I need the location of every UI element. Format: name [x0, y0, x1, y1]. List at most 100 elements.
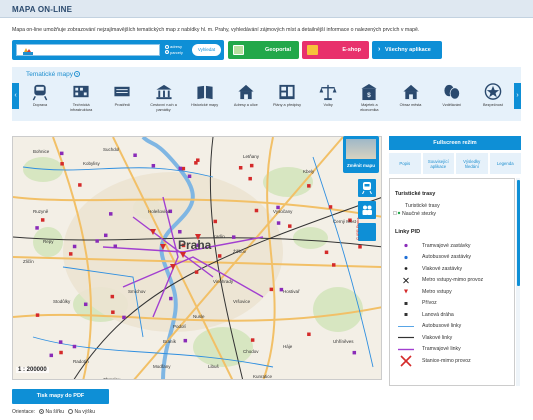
transport-layer-button[interactable]: [358, 179, 376, 197]
thematic-category[interactable]: Prostředí: [105, 81, 139, 119]
map-place-label: Smíchov: [128, 289, 146, 294]
thematic-category[interactable]: Cestovní ruch a památky: [147, 81, 181, 119]
tab-legend[interactable]: Legenda: [489, 153, 521, 174]
thematic-category-label: Doprava: [32, 103, 48, 107]
legend-row: Tramvajové linky: [395, 345, 513, 354]
tab-search-results[interactable]: Výsledky hledání: [456, 153, 488, 174]
people-layer-button[interactable]: [358, 201, 376, 219]
monument-icon: [155, 84, 172, 100]
thematic-category-label: Majetek a ekonomika: [360, 103, 379, 112]
map-stop-marker: [59, 151, 64, 156]
map-place-label: Modřany: [153, 364, 171, 369]
map-stop-marker: [35, 313, 40, 317]
legend-item-label: Tramvajové linky: [422, 346, 461, 352]
map-place-label: Nusle: [193, 314, 205, 319]
thematic-category[interactable]: Plány a předpisy: [270, 81, 304, 119]
legend-row: Přívoz: [395, 299, 513, 308]
map-stop-marker: [352, 350, 357, 355]
map-stop-marker: [169, 296, 173, 301]
layer-button[interactable]: [358, 223, 376, 241]
thematic-category[interactable]: Bezpečnost: [476, 81, 510, 119]
map-canvas[interactable]: Praha Bohnice Kobylisy Holešovice Karlín Smíc…: [12, 136, 382, 380]
map-stop-marker: [104, 233, 108, 238]
legend-item-label: Metro vstupy: [422, 288, 452, 295]
legend-row: Vlakové linky: [395, 333, 513, 342]
map-place-label: Vysočany: [273, 209, 293, 214]
map-place-label: Zbraslav: [103, 377, 121, 380]
search-input[interactable]: [16, 44, 160, 56]
orientation-landscape-radio[interactable]: [39, 409, 45, 415]
checkbox-icon[interactable]: [393, 211, 401, 219]
thematic-category-label: Bezpečnost: [482, 103, 503, 107]
legend-scrollbar[interactable]: [516, 178, 520, 386]
map-stop-marker: [328, 205, 333, 209]
train-icon: [32, 84, 48, 101]
thematic-category[interactable]: Technická infrastruktura: [64, 81, 98, 119]
tab-related-apps[interactable]: Související aplikace: [422, 153, 454, 174]
map-stop-marker: [122, 315, 126, 320]
building-icon: $: [361, 83, 377, 101]
thematic-category[interactable]: Adresy a ulice: [229, 81, 263, 119]
all-apps-button[interactable]: › Všechny aplikace: [372, 41, 442, 59]
thematic-category[interactable]: Vzdělávání: [435, 81, 469, 119]
intro-text: Mapa on-line umožňuje zobrazování nejzaj…: [12, 27, 420, 33]
search-mode-group: adresy parcely: [165, 44, 183, 55]
map-stop-marker: [113, 244, 118, 249]
map-place-label: Radotín: [73, 359, 89, 364]
thematic-category[interactable]: $ Majetek a ekonomika: [352, 81, 386, 119]
orientation-portrait-label[interactable]: Na výšku: [74, 409, 95, 415]
legend-row: Metro vstupy-mimo provoz: [395, 276, 513, 285]
map-icon: [233, 45, 244, 55]
fullscreen-button[interactable]: Fullscreen režim: [389, 136, 521, 150]
map-stop-marker: [111, 310, 115, 314]
search-button[interactable]: Vyhledat: [192, 44, 221, 56]
legend-item-label: Metro vstupy-mimo provoz: [422, 277, 484, 283]
map-stop-marker: [133, 153, 137, 157]
carousel-next-button[interactable]: ›: [514, 83, 521, 109]
map-stop-marker: [95, 239, 99, 243]
search-mode-parcel[interactable]: parcely: [165, 50, 183, 56]
map-stop-marker: [324, 250, 329, 255]
legend-symbol-icon: [398, 348, 414, 350]
thematic-category[interactable]: Volby: [311, 81, 345, 119]
map-stop-marker: [110, 294, 115, 299]
change-map-button[interactable]: Změnit mapu: [343, 136, 379, 173]
chevron-right-icon: ›: [378, 46, 381, 53]
thematic-category[interactable]: Historické mapy: [188, 81, 222, 119]
map-thumbnail: [346, 139, 376, 159]
legend-symbol-icon: [400, 355, 412, 367]
legend-item-label: Přívoz: [422, 300, 437, 306]
map-place-label: Bohnice: [33, 149, 50, 154]
thematic-category-label: Technická infrastruktura: [70, 103, 93, 112]
masks-icon: [444, 84, 460, 100]
geoportal-button[interactable]: Geoportal: [228, 41, 299, 59]
thematic-category-label: Cestovní ruch a památky: [150, 103, 177, 112]
map-place-label: Uhříněves: [333, 339, 354, 344]
tab-description[interactable]: Popis: [389, 153, 421, 174]
map-stop-marker: [194, 270, 199, 274]
thematic-category[interactable]: Obraz města: [394, 81, 428, 119]
legend-symbol-icon: [403, 277, 409, 283]
map-stop-marker: [250, 338, 255, 342]
map-stop-marker: [183, 338, 188, 343]
map-stop-marker: [231, 235, 236, 239]
map-place-label: Chodov: [243, 349, 259, 354]
orientation-label: Orientace:: [12, 409, 36, 415]
map-place-label: Ruzyně: [33, 209, 49, 214]
legend-item-label: Tramvajové zastávky: [422, 242, 471, 249]
map-place-label: Černý Most: [333, 218, 357, 224]
thematic-category[interactable]: Doprava: [23, 81, 57, 119]
map-place-label: Braník: [163, 339, 177, 344]
eshop-button[interactable]: E-shop: [302, 41, 369, 59]
orientation-portrait-radio[interactable]: [68, 409, 74, 415]
thematic-category-label: Volby: [323, 103, 333, 107]
map-city-label: Praha: [178, 238, 212, 252]
carousel-prev-button[interactable]: ‹: [12, 83, 19, 109]
legend-panel: Turistické trasy Turistické trasy Naučné…: [389, 178, 515, 386]
print-pdf-button[interactable]: Tisk mapy do PDF: [12, 389, 109, 404]
legend-symbol-icon: [404, 289, 408, 294]
svg-text:$: $: [368, 92, 372, 99]
map-stop-marker: [248, 176, 252, 181]
help-icon[interactable]: ?: [73, 71, 80, 77]
orientation-landscape-label[interactable]: Na šířku: [45, 409, 64, 415]
